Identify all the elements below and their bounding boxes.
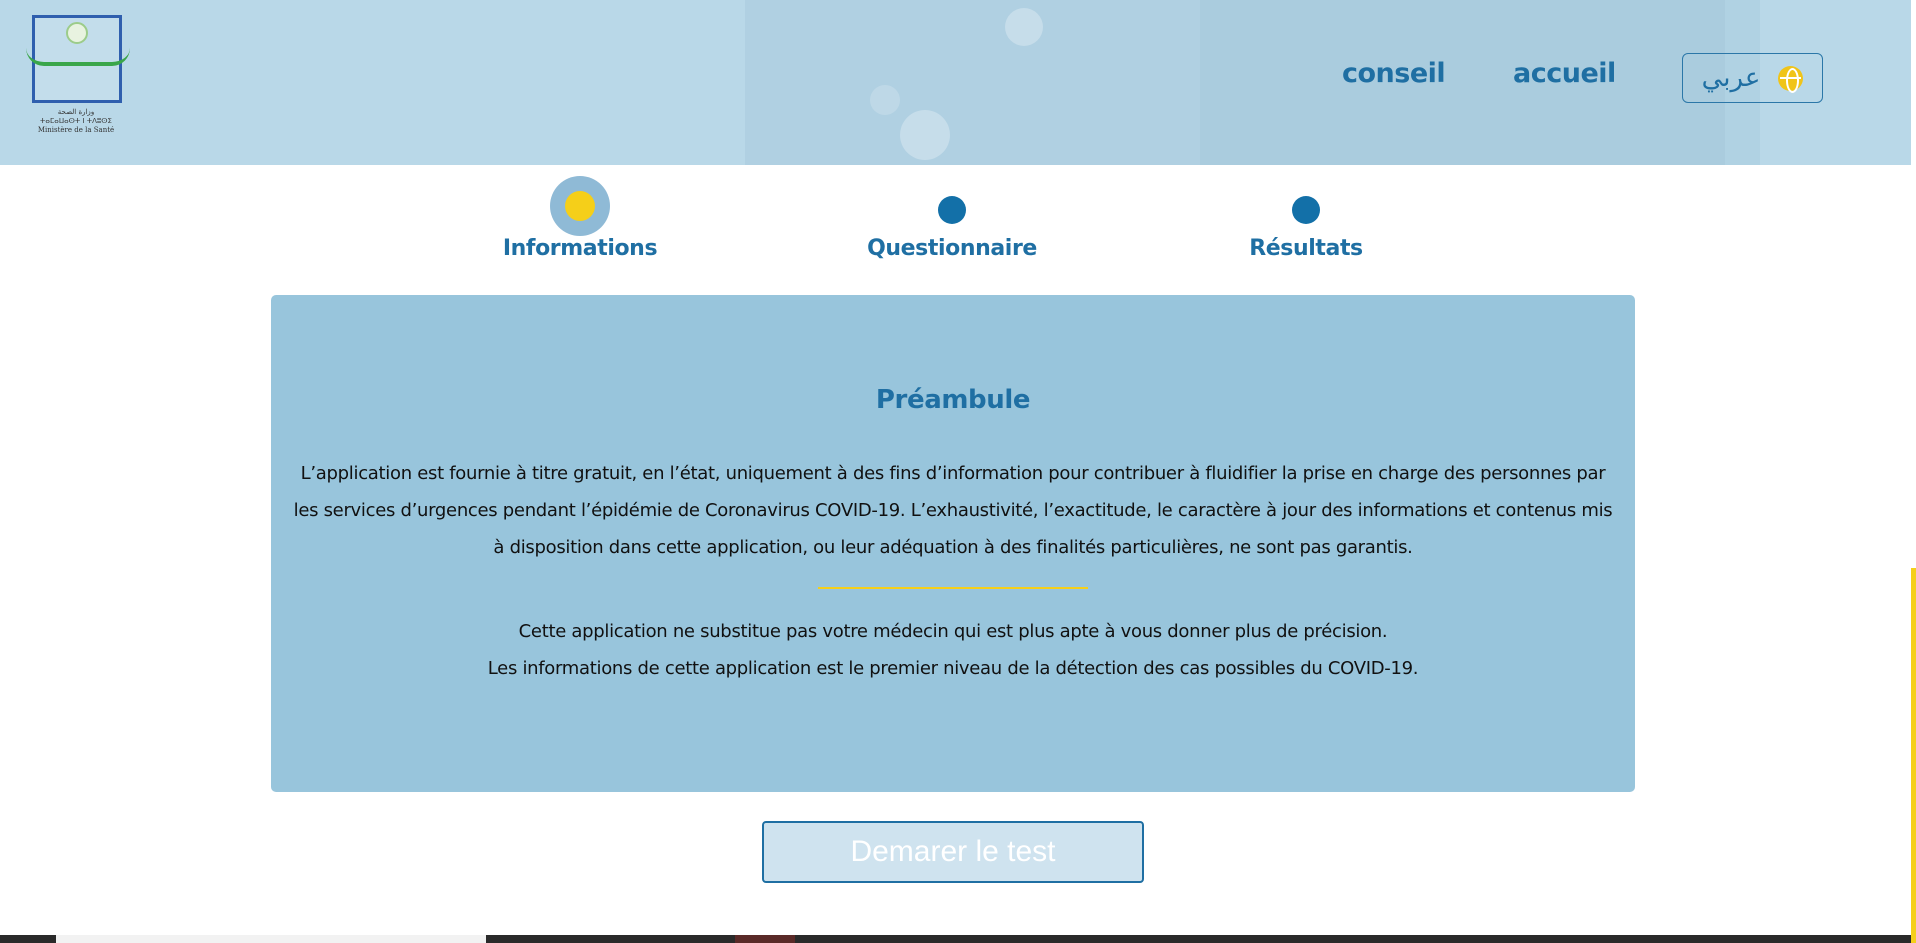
language-label: عربي [1701, 63, 1761, 93]
active-step-dot [565, 191, 595, 221]
virus-decoration [1005, 8, 1043, 46]
logo-text-french: Ministère de la Santé [37, 126, 115, 134]
step-indicator [1276, 176, 1336, 236]
preamble-card: Préambule L’application est fournie à ti… [271, 295, 1635, 792]
preamble-paragraph: L’application est fournie à titre gratui… [293, 463, 1613, 558]
scrollbar-thumb[interactable] [1911, 568, 1916, 943]
step-dot [938, 196, 966, 224]
preamble-title: Préambule [875, 385, 1031, 415]
step-questionnaire: Questionnaire [822, 176, 1082, 261]
step-label: Informations [502, 236, 658, 261]
step-label: Questionnaire [867, 236, 1037, 261]
logo-text-arabic: وزارة الصحة [57, 108, 95, 116]
logo-caption: وزارة الصحة ⵜⴰⵎⴰⵡⴰⵙⵜ ⵏ ⵜⴷⵓⵙⵉ Ministère d… [26, 108, 126, 135]
site-header: وزارة الصحة ⵜⴰⵎⴰⵡⴰⵙⵜ ⵏ ⵜⴷⵓⵙⵉ Ministère d… [0, 0, 1911, 165]
bottom-strip-segment [56, 935, 486, 943]
language-switch-button[interactable]: عربي [1682, 53, 1823, 103]
logo-text-tifinagh: ⵜⴰⵎⴰⵡⴰⵙⵜ ⵏ ⵜⴷⵓⵙⵉ [40, 117, 112, 125]
disclaimer-line: Les informations de cette application es… [487, 658, 1419, 679]
step-informations: Informations [450, 176, 710, 261]
virus-decoration [900, 110, 950, 160]
disclaimer-line: Cette application ne substitue pas votre… [518, 621, 1388, 642]
nav-link-accueil[interactable]: accueil [1513, 58, 1616, 89]
step-label: Résultats [1249, 236, 1363, 261]
nav-link-conseil[interactable]: conseil [1342, 58, 1446, 89]
virus-decoration [870, 85, 900, 115]
logo-wave-icon [26, 48, 130, 66]
bottom-strip-segment [735, 935, 795, 943]
logo-sun-icon [66, 22, 88, 44]
section-divider [818, 587, 1088, 589]
step-dot [1292, 196, 1320, 224]
disclaimer-text: Cette application ne substitue pas votre… [291, 613, 1615, 687]
header-decoration [1200, 0, 1760, 165]
step-indicator [922, 176, 982, 236]
ministry-logo[interactable]: وزارة الصحة ⵜⴰⵎⴰⵡⴰⵙⵜ ⵏ ⵜⴷⵓⵙⵉ Ministère d… [26, 12, 136, 142]
step-resultats: Résultats [1176, 176, 1436, 261]
globe-icon [1778, 65, 1804, 93]
step-indicator [550, 176, 610, 236]
start-test-button[interactable]: Demarer le test [762, 821, 1144, 883]
